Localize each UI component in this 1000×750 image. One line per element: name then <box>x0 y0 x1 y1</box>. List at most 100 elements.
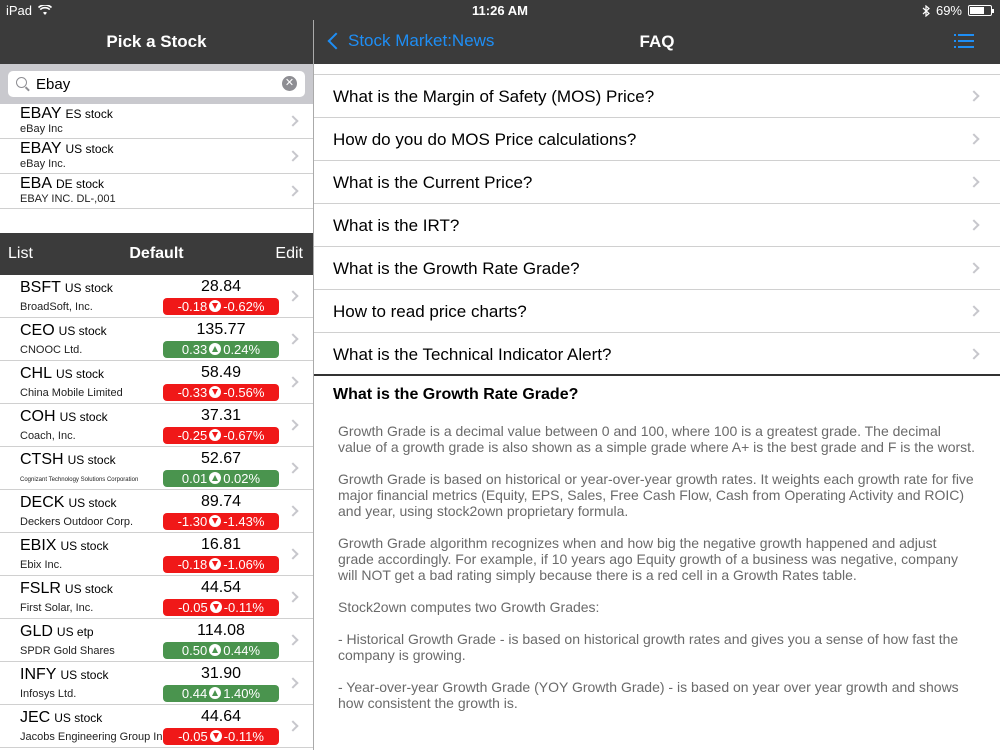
answer-paragraph: Growth Grade is based on historical or y… <box>338 471 974 519</box>
bluetooth-icon <box>922 4 930 17</box>
change-value: -0.33 <box>177 385 208 400</box>
ticker-symbol: CTSH <box>20 451 64 468</box>
change-percent: -0.11% <box>223 600 264 615</box>
search-result-row[interactable]: EBAY ES stock eBay Inc <box>0 104 313 139</box>
list-menu-icon[interactable] <box>954 34 974 48</box>
chevron-right-icon <box>287 376 299 388</box>
ticker-symbol: DECK <box>20 494 65 511</box>
stock-row[interactable]: GLD US etp SPDR Gold Shares 114.08 0.50 0.44% <box>0 619 313 662</box>
watchlist: BSFT US stock BroadSoft, Inc. 28.84 -0.18 -0.… <box>0 275 313 748</box>
chevron-right-icon <box>968 219 980 231</box>
stock-row[interactable]: INFY US stock Infosys Ltd. 31.90 0.44 1.40% <box>0 662 313 705</box>
stock-row[interactable]: CEO US stock CNOOC Ltd. 135.77 0.33 0.24% <box>0 318 313 361</box>
change-value: -0.05 <box>178 729 208 744</box>
search-result-row[interactable]: EBAY US stock eBay Inc. <box>0 139 313 174</box>
stock-ticker: CHL US stock <box>20 365 104 383</box>
stock-price: 52.67 <box>200 450 242 467</box>
exchange-label: DE stock <box>56 177 105 191</box>
edit-button[interactable]: Edit <box>275 245 303 263</box>
stock-row[interactable]: EBIX US stock Ebix Inc. 16.81 -0.18 -1.06% <box>0 533 313 576</box>
stock-row[interactable]: FSLR US stock First Solar, Inc. 44.54 -0.05-… <box>0 576 313 619</box>
chevron-right-icon <box>968 90 980 102</box>
price-change-badge: 0.01 0.02% <box>163 470 279 487</box>
stock-price: 37.31 <box>200 407 242 424</box>
company-name: BroadSoft, Inc. <box>20 301 93 313</box>
clear-search-icon[interactable]: ✕ <box>282 76 297 91</box>
exchange-label: US stock <box>64 281 113 295</box>
company-name: eBay Inc. <box>20 158 66 170</box>
exchange-label: US stock <box>67 453 116 467</box>
battery-icon <box>968 5 994 16</box>
ticker-symbol: CHL <box>20 365 53 382</box>
stock-price: 58.49 <box>200 364 242 381</box>
faq-item[interactable]: What is the Growth Rate Grade? <box>314 247 1000 290</box>
ticker-symbol: EBAY <box>20 105 62 122</box>
change-value: 0.01 <box>181 471 208 486</box>
faq-item[interactable]: What is the Technical Indicator Alert? <box>314 333 1000 376</box>
search-result-row[interactable]: EBA DE stock EBAY INC. DL-,001 <box>0 174 313 209</box>
arrow-down-icon <box>209 515 222 527</box>
change-value: -0.25 <box>177 428 208 443</box>
answer-paragraph: Growth Grade is a decimal value between … <box>338 423 975 455</box>
change-value: -1.30 <box>177 514 208 529</box>
stock-row[interactable]: JEC US stock Jacobs Engineering Group Inc.… <box>0 705 313 748</box>
stock-row[interactable]: COH US stock Coach, Inc. 37.31 -0.25 -0.67% <box>0 404 313 447</box>
faq-item[interactable]: What is the Current Price? <box>314 161 1000 204</box>
faq-item[interactable]: What is the Margin of Safety (MOS) Price… <box>314 75 1000 118</box>
stock-row[interactable]: CHL US stock China Mobile Limited 58.49 -0.3… <box>0 361 313 404</box>
result-ticker: EBA DE stock <box>20 175 104 193</box>
stock-row[interactable]: CTSH US stock Cognizant Technology Solutio… <box>0 447 313 490</box>
answer-paragraph: - Historical Growth Grade - is based on … <box>338 631 959 663</box>
stock-ticker: DECK US stock <box>20 494 116 512</box>
change-value: 0.33 <box>181 342 208 357</box>
stock-price: 135.77 <box>196 321 246 338</box>
company-name: Cognizant Technology Solutions Corporati… <box>20 477 139 483</box>
exchange-label: US stock <box>60 668 109 682</box>
chevron-right-icon <box>968 133 980 145</box>
change-percent: -0.11% <box>223 729 264 744</box>
arrow-down-icon <box>209 300 222 312</box>
change-percent: 1.40% <box>223 686 261 701</box>
company-name: Infosys Ltd. <box>20 688 77 700</box>
faq-item[interactable]: How do you do MOS Price calculations? <box>314 118 1000 161</box>
stock-row[interactable]: DECK US stock Deckers Outdoor Corp. 89.74 -1… <box>0 490 313 533</box>
arrow-down-icon <box>209 730 222 742</box>
search-input[interactable] <box>36 74 276 94</box>
company-name: First Solar, Inc. <box>20 602 94 614</box>
ticker-symbol: COH <box>20 408 56 425</box>
arrow-up-icon <box>209 472 222 484</box>
stock-row[interactable]: BSFT US stock BroadSoft, Inc. 28.84 -0.18 -0.… <box>0 275 313 318</box>
ticker-symbol: INFY <box>20 666 57 683</box>
arrow-up-icon <box>209 644 222 656</box>
ticker-symbol: EBAY <box>20 140 62 157</box>
ticker-symbol: GLD <box>20 623 53 640</box>
change-value: -0.18 <box>177 299 208 314</box>
company-name: SPDR Gold Shares <box>20 645 115 657</box>
chevron-right-icon <box>968 176 980 188</box>
page-title: FAQ <box>639 32 675 51</box>
faq-item[interactable]: How to read price charts? <box>314 290 1000 333</box>
company-name: Ebix Inc. <box>20 559 63 571</box>
battery-percent: 69% <box>935 3 962 18</box>
faq-list: What is the Margin of Safety (MOS) Price… <box>314 74 1000 376</box>
stock-ticker: FSLR US stock <box>20 580 113 598</box>
chevron-right-icon <box>287 677 299 689</box>
search-field[interactable]: ✕ <box>8 71 305 97</box>
change-percent: 0.24% <box>223 342 261 357</box>
faq-item[interactable]: What is the IRT? <box>314 204 1000 247</box>
stock-ticker: JEC US stock <box>20 709 102 727</box>
chevron-right-icon <box>287 419 299 431</box>
arrow-down-icon <box>209 386 222 398</box>
ticker-symbol: BSFT <box>20 279 61 296</box>
chevron-right-icon <box>287 634 299 646</box>
exchange-label: US stock <box>64 582 113 596</box>
stock-ticker: COH US stock <box>20 408 108 426</box>
stock-ticker: EBIX US stock <box>20 537 108 555</box>
stock-price: 28.84 <box>200 278 242 295</box>
chevron-right-icon <box>287 115 299 127</box>
company-name: China Mobile Limited <box>20 387 123 399</box>
arrow-down-icon <box>209 558 222 570</box>
change-percent: -0.56% <box>223 385 265 400</box>
chevron-right-icon <box>287 505 299 517</box>
answer-paragraph: Growth Grade algorithm recognizes when a… <box>338 535 958 583</box>
